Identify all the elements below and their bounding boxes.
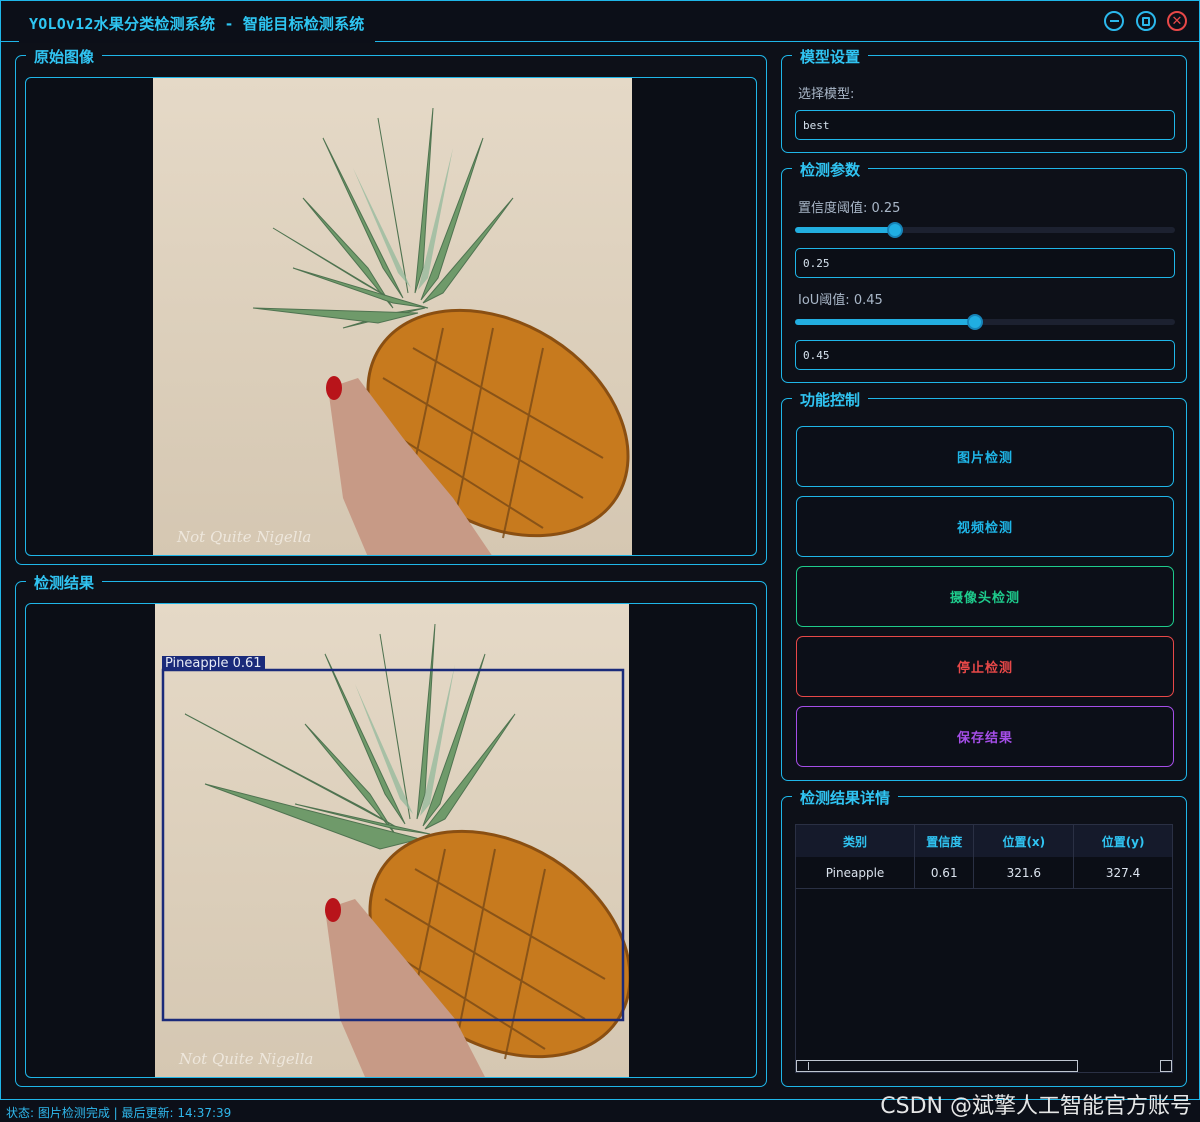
model-settings-title: 模型设置: [792, 46, 869, 67]
iou-label: IoU阈值: 0.45: [798, 293, 883, 308]
model-select-label: 选择模型:: [798, 87, 855, 102]
image-detect-button[interactable]: 图片检测: [796, 426, 1174, 487]
stop-detect-button[interactable]: 停止检测: [796, 636, 1174, 697]
original-image-title: 原始图像: [26, 46, 103, 67]
result-details-title: 检测结果详情: [792, 787, 899, 808]
app-window: YOLOv12水果分类检测系统 - 智能目标检测系统 ✕ 原始图像 Not Qu…: [0, 0, 1200, 1100]
col-header-confidence[interactable]: 置信度: [914, 825, 975, 857]
horizontal-scrollbar[interactable]: [796, 1060, 1078, 1072]
pineapple-illustration: [161, 623, 629, 1077]
maximize-icon: [1142, 16, 1150, 26]
detection-result-group: 检测结果 Pineapple 0.61 Not Quite Nigella: [15, 572, 767, 1087]
model-select[interactable]: best: [795, 110, 1175, 140]
confidence-input[interactable]: 0.25: [795, 248, 1175, 278]
table-header-row: 类别 置信度 位置(x) 位置(y): [796, 825, 1172, 857]
original-image-watermark: Not Quite Nigella: [177, 528, 312, 546]
scrollbar-corner: [1160, 1060, 1172, 1072]
close-button[interactable]: ✕: [1167, 11, 1187, 31]
status-bar: 状态: 图片检测完成 | 最后更新: 14:37:39: [6, 1106, 232, 1120]
table-row[interactable]: Pineapple 0.61 321.6 327.4: [796, 857, 1172, 889]
save-result-button[interactable]: 保存结果: [796, 706, 1174, 767]
function-control-title: 功能控制: [792, 389, 869, 410]
csdn-watermark: CSDN @斌擎人工智能官方账号: [880, 1094, 1192, 1119]
minimize-button[interactable]: [1104, 11, 1124, 31]
detection-result-title: 检测结果: [26, 572, 103, 593]
model-settings-group: 模型设置 选择模型: best: [781, 46, 1187, 153]
cell-y: 327.4: [1073, 857, 1172, 889]
result-table: 类别 置信度 位置(x) 位置(y) Pineapple 0.61 321.6 …: [796, 825, 1172, 889]
confidence-slider-handle[interactable]: [887, 222, 903, 238]
confidence-label: 置信度阈值: 0.25: [798, 201, 901, 216]
scrollbar-left-arrow[interactable]: [798, 1062, 809, 1070]
iou-slider-fill: [795, 319, 975, 325]
function-control-group: 功能控制 图片检测 视频检测 摄像头检测 停止检测 保存结果: [781, 389, 1187, 781]
detection-params-group: 检测参数 置信度阈值: 0.25 0.25 IoU阈值: 0.45 0.45: [781, 159, 1187, 383]
title-bar: YOLOv12水果分类检测系统 - 智能目标检测系统 ✕: [1, 1, 1199, 43]
minimize-icon: [1109, 20, 1119, 22]
result-image-watermark: Not Quite Nigella: [179, 1050, 314, 1068]
iou-input[interactable]: 0.45: [795, 340, 1175, 370]
result-details-group: 检测结果详情 类别 置信度 位置(x) 位置(y) Pineapple 0.61…: [781, 787, 1187, 1087]
result-image-frame: Pineapple 0.61 Not Quite Nigella: [25, 603, 757, 1078]
result-table-container: 类别 置信度 位置(x) 位置(y) Pineapple 0.61 321.6 …: [795, 824, 1173, 1073]
iou-slider[interactable]: [795, 314, 1175, 330]
window-title: YOLOv12水果分类检测系统 - 智能目标检测系统: [29, 15, 365, 33]
maximize-button[interactable]: [1136, 11, 1156, 31]
camera-detect-button[interactable]: 摄像头检测: [796, 566, 1174, 627]
cell-confidence: 0.61: [914, 857, 975, 889]
col-header-x[interactable]: 位置(x): [973, 825, 1075, 857]
original-image: Not Quite Nigella: [153, 78, 632, 555]
col-header-class[interactable]: 类别: [796, 825, 915, 857]
detection-params-title: 检测参数: [792, 159, 869, 180]
cell-x: 321.6: [973, 857, 1075, 889]
col-header-y[interactable]: 位置(y): [1073, 825, 1172, 857]
result-image: Pineapple 0.61 Not Quite Nigella: [155, 604, 629, 1077]
close-icon: ✕: [1171, 13, 1183, 29]
original-image-group: 原始图像 Not Quite Nigella: [15, 46, 767, 565]
confidence-slider[interactable]: [795, 222, 1175, 238]
original-image-frame: Not Quite Nigella: [25, 77, 757, 556]
video-detect-button[interactable]: 视频检测: [796, 496, 1174, 557]
cell-class: Pineapple: [796, 857, 915, 889]
detection-box-label: Pineapple 0.61: [162, 656, 265, 671]
pineapple-illustration: [252, 107, 630, 555]
iou-slider-handle[interactable]: [967, 314, 983, 330]
confidence-slider-fill: [795, 227, 895, 233]
